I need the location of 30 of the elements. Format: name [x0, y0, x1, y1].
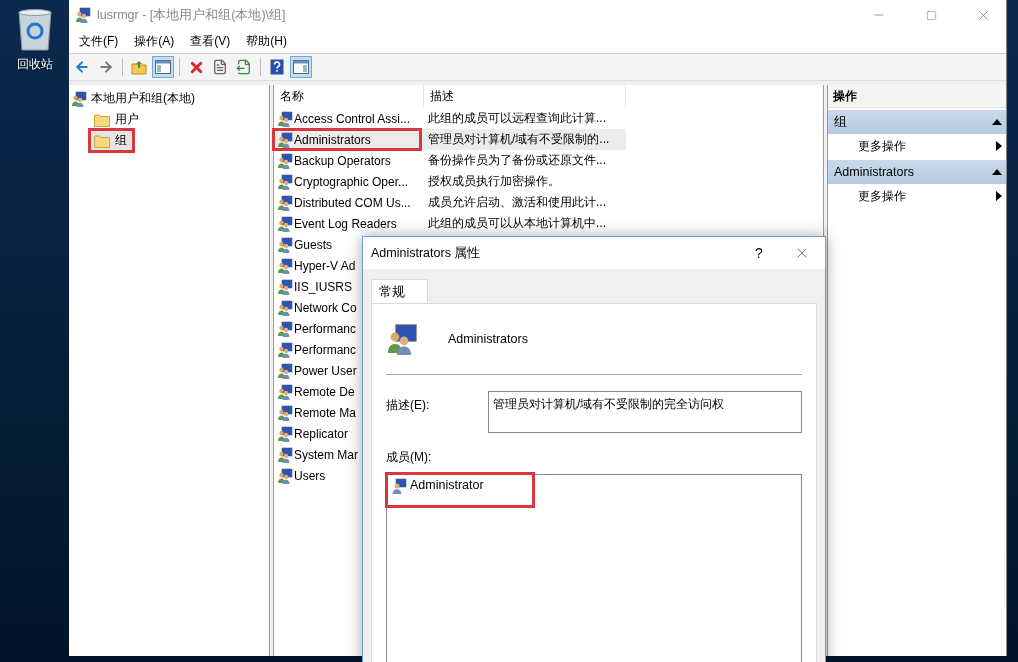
- group-name: Distributed COM Us...: [294, 195, 411, 210]
- group-description: 此组的成员可以远程查询此计算...: [427, 110, 606, 127]
- group-description: 此组的成员可以从本地计算机中...: [427, 215, 606, 232]
- group-name: Remote De: [294, 384, 355, 399]
- group-name: Administrators: [448, 332, 528, 346]
- group-name: Power User: [294, 363, 357, 378]
- actions-title: 操作: [828, 85, 1006, 108]
- group-name: Network Co: [294, 300, 357, 315]
- group-name: Performanc: [294, 321, 357, 336]
- group-description: 备份操作员为了备份或还原文件...: [427, 152, 606, 169]
- group-name: Remote Ma: [294, 405, 357, 420]
- group-name: Replicator: [294, 426, 349, 441]
- group-name: Hyper-V Ad: [294, 258, 356, 273]
- dialog-title: Administrators 属性: [371, 244, 482, 262]
- group-name: System Mar: [294, 447, 358, 462]
- group-name: Cryptographic Oper...: [294, 174, 409, 189]
- window-title: lusrmgr - [本地用户和组(本地)\组]: [97, 6, 287, 24]
- group-description: 成员允许启动、激活和使用此计...: [427, 194, 606, 211]
- group-name: Performanc: [294, 342, 357, 357]
- group-description: 授权成员执行加密操作。: [427, 173, 560, 190]
- group-name: Event Log Readers: [294, 216, 397, 231]
- group-description: 管理员对计算机/域有不受限制的...: [427, 131, 610, 148]
- group-name: Users: [294, 468, 326, 483]
- group-name: Access Control Assi...: [294, 111, 411, 126]
- description-label: 描述(E):: [386, 397, 431, 414]
- group-name: IIS_IUSRS: [294, 279, 353, 294]
- group-name: Guests: [294, 237, 332, 252]
- group-name: Administrators: [294, 132, 371, 147]
- group-name: Backup Operators: [294, 153, 391, 168]
- members-label: 成员(M):: [386, 449, 433, 466]
